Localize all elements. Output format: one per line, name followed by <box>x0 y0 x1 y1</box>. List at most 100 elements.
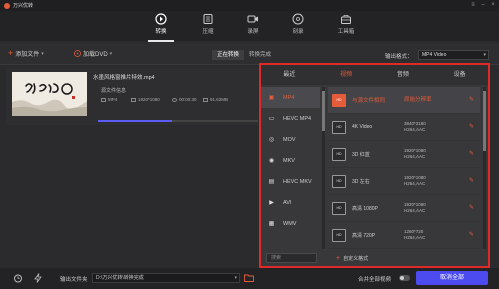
resolution-spec: 1920*1080 H264,AAC <box>404 202 426 214</box>
format-item-label: HEVC MKV <box>283 178 312 185</box>
chevron-down-icon[interactable]: ▾ <box>41 51 44 57</box>
edit-icon[interactable]: ✎ <box>469 205 475 211</box>
format-item[interactable]: ▤ HEVC MKV <box>261 171 320 192</box>
merge-all-toggle[interactable] <box>399 275 410 281</box>
resolution-name: 3D 左右 <box>352 178 370 185</box>
minimize-icon[interactable]: – <box>480 2 486 8</box>
add-custom-format-button[interactable]: + 自定义格式 <box>336 255 368 262</box>
format-panel: 最近 视频 音频 设备 ▣ MP4 ▭ HEVC MP4 ◎ MOV ◉ MKV ▤ HEVC MKV ▶… <box>259 63 490 268</box>
top-nav: 转换 压缩 录屏 刻录 工具箱 <box>0 11 499 42</box>
format-item-label: AVI <box>283 199 292 206</box>
format-search-input[interactable]: 搜索 <box>266 253 317 263</box>
nav-item-toolbox[interactable]: 工具箱 <box>331 13 361 35</box>
resolution-codec: H264,AAC <box>404 208 426 213</box>
output-path-select[interactable]: D:\万兴优转\转换完成 ▾ <box>92 273 240 283</box>
edit-icon[interactable]: ✎ <box>469 232 475 238</box>
video-thumbnail[interactable] <box>12 72 87 116</box>
output-format-label: 输出格式： <box>385 54 413 60</box>
resolution-item[interactable]: HD 4K Video 3840*2160 H264,AAC ✎ <box>328 114 480 141</box>
resolution-item[interactable]: HD 与源文件相同 原始分辨率 ✎ <box>328 87 480 114</box>
active-tab-indicator <box>148 40 174 42</box>
resolution-item[interactable]: HD 高清 1080P 1920*1080 H264,AAC ✎ <box>328 195 480 222</box>
format-item[interactable]: ▭ HEVC MP4 <box>261 108 320 129</box>
conversion-progress-bar <box>98 120 258 122</box>
convert-icon <box>155 13 167 25</box>
resolution-codec: H264,AAC <box>404 181 426 186</box>
source-info-label: 源文件信息 <box>101 88 127 94</box>
edit-icon[interactable]: ✎ <box>469 97 475 103</box>
close-icon[interactable]: × <box>490 2 496 8</box>
nav-label: 刻录 <box>292 29 304 35</box>
mp4-icon: ▣ <box>268 95 275 101</box>
meta-format: MP4 <box>101 97 117 102</box>
menu-icon[interactable]: ≡ <box>470 2 476 8</box>
chevron-down-icon[interactable]: ▾ <box>110 51 113 57</box>
edit-icon[interactable]: ✎ <box>469 124 475 130</box>
app-logo-icon <box>4 2 10 9</box>
resolution-item[interactable]: HD 3D 红蓝 1920*1080 H264,AAC ✎ <box>328 141 480 168</box>
edit-icon[interactable]: ✎ <box>469 178 475 184</box>
size-value: 91.62MB <box>210 97 229 102</box>
tab-format-category[interactable]: 最近 <box>261 65 318 85</box>
tab-format-category[interactable]: 视频 <box>318 65 375 85</box>
alarm-clock-icon[interactable] <box>13 273 23 283</box>
mov-icon: ◎ <box>268 137 275 143</box>
nav-item-record[interactable]: 录屏 <box>238 13 268 35</box>
resolution-list-scrollbar[interactable] <box>483 87 486 249</box>
plus-icon: + <box>336 255 341 262</box>
wmv-icon: ▦ <box>268 221 275 227</box>
resolution-list: HD 与源文件相同 原始分辨率 ✎ HD 4K Video 3840*2160 H264,AA… <box>328 87 480 249</box>
edit-icon[interactable]: ✎ <box>469 151 475 157</box>
resolution-name: 高清 720P <box>352 232 376 239</box>
output-format-select[interactable]: MP4 Video ▾ <box>418 50 489 60</box>
add-file-label: 添加文件 <box>15 52 40 58</box>
resolution-name: 与源文件相同 <box>352 98 386 104</box>
cancel-all-button[interactable]: 取消全部 <box>416 271 488 285</box>
tab-converted[interactable]: 转换完成 <box>244 50 276 60</box>
dvd-icon <box>74 50 81 57</box>
clock-icon <box>172 97 177 102</box>
format-item[interactable]: ▦ WMV <box>261 213 320 234</box>
resolution-item[interactable]: HD 3D 左右 1920*1080 H264,AAC ✎ <box>328 168 480 195</box>
merge-all-label: 合并全部视频 <box>358 277 392 283</box>
add-file-button[interactable]: + 添加文件 ▾ <box>8 49 44 59</box>
tab-format-category[interactable]: 设备 <box>431 65 488 85</box>
resolution-size: 1920*1080 <box>404 202 426 207</box>
resolution-size: 3840*2160 <box>404 121 426 126</box>
resolution-icon <box>131 97 136 102</box>
nav-item-burn[interactable]: 刻录 <box>283 13 313 35</box>
tab-format-category[interactable]: 音频 <box>375 65 432 85</box>
resolution-item[interactable]: HD 高清 720P 1280*720 H264,AAC ✎ <box>328 222 480 249</box>
app-title: 万兴优转 <box>13 3 34 9</box>
progress-fill <box>98 120 172 122</box>
tab-converting[interactable]: 正在转换 <box>212 50 245 60</box>
lightning-icon[interactable] <box>34 273 42 283</box>
format-item[interactable]: ▣ MP4 <box>261 87 320 108</box>
file-row[interactable]: 水墨风格窗推片特效.mp4 源文件信息 MP4 1920*1080 00:00:… <box>6 68 258 125</box>
chevron-down-icon: ▾ <box>483 52 486 58</box>
nav-label: 转换 <box>155 29 167 35</box>
resolution-size: 1920*1080 <box>404 148 426 153</box>
output-path-value: D:\万兴优转\转换完成 <box>96 275 144 281</box>
video-preset-icon: HD <box>332 228 346 242</box>
ink-painting-thumbnail <box>12 72 87 116</box>
resolution-codec: H264,AAC <box>404 127 426 132</box>
format-item[interactable]: ◎ MOV <box>261 129 320 150</box>
format-panel-tabs: 最近 视频 音频 设备 <box>261 65 488 85</box>
open-folder-icon[interactable] <box>244 274 254 282</box>
video-preset-icon: HD <box>332 174 346 188</box>
video-preset-icon: HD <box>332 93 346 107</box>
window-controls: ≡ – × <box>470 2 496 8</box>
format-list-scrollbar[interactable] <box>322 87 325 249</box>
duration-value: 00:00:30 <box>179 97 197 102</box>
load-dvd-button[interactable]: 加载DVD ▾ <box>74 49 112 58</box>
format-item[interactable]: ▶ AVI <box>261 192 320 213</box>
format-item-label: MOV <box>283 136 296 143</box>
resolution-spec: 1920*1080 H264,AAC <box>404 148 426 160</box>
nav-item-convert[interactable]: 转换 <box>146 13 176 35</box>
nav-item-compress[interactable]: 压缩 <box>193 13 223 35</box>
resolution-name: 3D 红蓝 <box>352 151 370 158</box>
toolbox-icon <box>341 15 351 24</box>
resolution-spec: 1920*1080 H264,AAC <box>404 175 426 187</box>
format-item[interactable]: ◉ MKV <box>261 150 320 171</box>
